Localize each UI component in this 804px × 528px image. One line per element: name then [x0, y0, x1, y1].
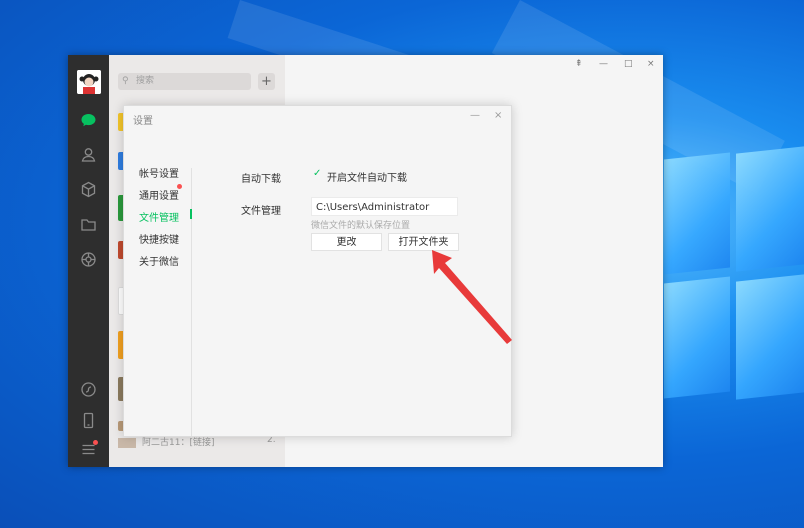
nav-item-about[interactable]: 关于微信 [139, 253, 179, 268]
save-path-hint: 微信文件的默认保存位置 [311, 221, 411, 231]
dialog-close-button[interactable]: × [494, 110, 502, 121]
menu-badge [93, 440, 98, 445]
nav-item-account[interactable]: 帐号设置 [139, 165, 179, 180]
pin-button[interactable]: ⇞ [575, 59, 583, 69]
avatar[interactable] [77, 70, 101, 94]
change-button[interactable]: 更改 [311, 233, 382, 251]
maximize-button[interactable]: □ [624, 59, 633, 69]
chat-avatar [118, 437, 136, 448]
nav-item-shortcuts[interactable]: 快捷按键 [139, 231, 179, 246]
save-path-field[interactable]: C:\Users\Administrator [311, 197, 458, 216]
minimize-button[interactable]: — [599, 59, 608, 69]
windows-logo [664, 146, 804, 402]
phone-icon[interactable] [80, 412, 97, 429]
chat-icon[interactable] [80, 112, 97, 129]
contacts-icon[interactable] [80, 146, 97, 163]
chat-preview: 阿二古11：[链接] [142, 438, 215, 448]
folder-icon[interactable] [80, 216, 97, 233]
auto-download-checkbox-label[interactable]: 开启文件自动下载 [327, 169, 407, 184]
open-folder-button[interactable]: 打开文件夹 [388, 233, 459, 251]
dialog-minimize-button[interactable]: — [470, 110, 480, 121]
left-sidebar [68, 55, 109, 467]
add-button[interactable]: + [258, 73, 275, 90]
settings-dialog: 设置 — × 帐号设置 通用设置 文件管理 快捷按键 关于微信 自动下载 ✓ 开… [123, 105, 512, 437]
general-badge [177, 184, 182, 189]
nav-active-indicator [190, 209, 192, 219]
nav-item-file-management[interactable]: 文件管理 [139, 209, 179, 224]
favorites-icon[interactable] [80, 181, 97, 198]
nav-item-general[interactable]: 通用设置 [139, 187, 179, 202]
file-management-label: 文件管理 [241, 206, 281, 217]
auto-download-checkbox[interactable]: ✓ [313, 169, 323, 179]
auto-download-label: 自动下载 [241, 174, 281, 185]
close-button[interactable]: × [647, 59, 655, 69]
search-icon: ⚲ [122, 76, 129, 86]
moments-icon[interactable] [80, 251, 97, 268]
dialog-title: 设置 [133, 116, 153, 127]
avatar-image [77, 70, 101, 94]
search-input[interactable]: ⚲ 搜索 [118, 73, 251, 90]
search-placeholder: 搜索 [136, 76, 155, 86]
mini-program-icon[interactable] [80, 381, 97, 398]
